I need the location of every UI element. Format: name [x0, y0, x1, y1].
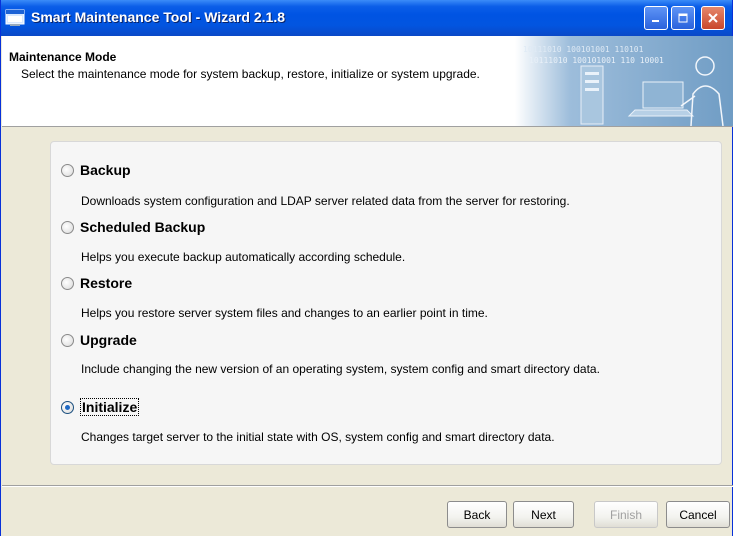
option-description: Changes target server to the initial sta… [81, 430, 555, 444]
option-label: Initialize [80, 398, 140, 416]
title-bar[interactable]: Smart Maintenance Tool - Wizard 2.1.8 [1, 0, 732, 36]
option-description: Helps you restore server system files an… [81, 306, 488, 320]
maximize-icon [678, 13, 688, 23]
option-description: Downloads system configuration and LDAP … [81, 194, 570, 208]
finish-button[interactable]: Finish [594, 501, 658, 528]
window-title: Smart Maintenance Tool - Wizard 2.1.8 [31, 9, 286, 25]
banner-digits-2: 10111010 100101001 110 10001 [529, 56, 664, 65]
page-title: Maintenance Mode [9, 50, 117, 64]
radio-upgrade[interactable] [61, 333, 74, 347]
option-description: Helps you execute backup automatically a… [81, 250, 406, 264]
banner-digits-1: 10111010 100101001 110101 [523, 45, 644, 54]
option-label: Upgrade [80, 332, 137, 348]
option-scheduled-backup[interactable]: Scheduled Backup [61, 218, 205, 236]
minimize-button[interactable] [644, 6, 668, 30]
footer-divider [2, 485, 733, 487]
next-button[interactable]: Next [513, 501, 574, 528]
radio-scheduled-backup[interactable] [61, 220, 74, 234]
option-label: Restore [80, 275, 133, 291]
page-description: Select the maintenance mode for system b… [21, 67, 480, 81]
option-backup[interactable]: Backup [61, 161, 131, 179]
option-description: Include changing the new version of an o… [81, 362, 600, 376]
option-label: Scheduled Backup [80, 219, 206, 235]
option-initialize[interactable]: Initialize [61, 398, 140, 416]
radio-restore[interactable] [61, 276, 74, 290]
option-label: Backup [80, 162, 131, 178]
close-icon [708, 13, 718, 23]
option-restore[interactable]: Restore [61, 274, 132, 292]
option-upgrade[interactable]: Upgrade [61, 331, 137, 349]
minimize-icon [652, 20, 659, 22]
radio-initialize[interactable] [61, 400, 74, 414]
mode-options-panel: Backup Downloads system configuration an… [50, 141, 722, 465]
back-button[interactable]: Back [447, 501, 507, 528]
close-button[interactable] [701, 6, 725, 30]
cancel-button[interactable]: Cancel [666, 501, 730, 528]
wizard-header: Maintenance Mode Select the maintenance … [2, 36, 733, 127]
app-window-icon [5, 9, 25, 27]
wizard-window: Smart Maintenance Tool - Wizard 2.1.8 Ma… [0, 0, 733, 536]
header-banner-image: 10111010 100101001 110101 10111010 10010… [515, 36, 733, 126]
maximize-button[interactable] [671, 6, 695, 30]
radio-backup[interactable] [61, 163, 74, 177]
